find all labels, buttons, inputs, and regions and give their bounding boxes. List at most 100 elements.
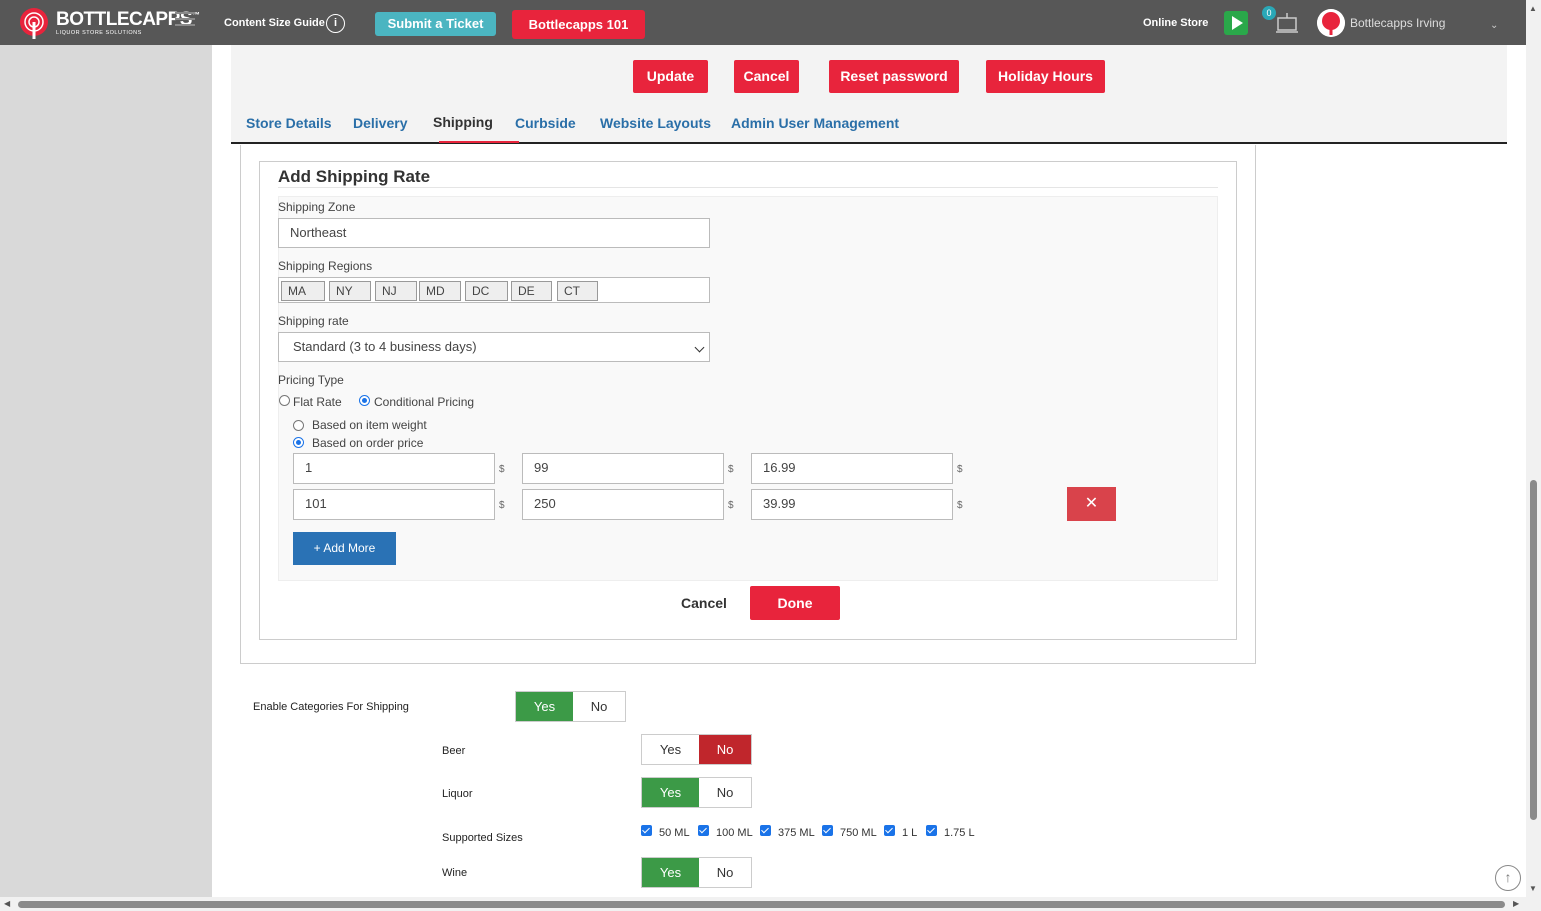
based-on-weight-label[interactable]: Based on item weight	[312, 418, 427, 432]
horizontal-scrollbar[interactable]: ◀ ▶	[0, 897, 1541, 911]
currency-symbol: $	[957, 464, 963, 475]
chevron-down-icon[interactable]: ⌄	[1490, 20, 1498, 31]
shipping-rate-form	[278, 196, 1218, 581]
info-icon[interactable]: i	[326, 14, 345, 33]
scroll-right-icon[interactable]: ▶	[1513, 899, 1519, 908]
done-button[interactable]: Done	[750, 586, 840, 620]
vertical-scrollbar[interactable]: ▲ ▼	[1526, 0, 1541, 897]
submit-ticket-button[interactable]: Submit a Ticket	[375, 12, 496, 36]
price-to-input[interactable]: 99	[522, 453, 724, 484]
enable-categories-label: Enable Categories For Shipping	[253, 701, 409, 713]
add-more-button[interactable]: + Add More	[293, 532, 396, 565]
region-chip[interactable]: CT	[557, 281, 598, 301]
scroll-left-icon[interactable]: ◀	[4, 899, 10, 908]
beer-label: Beer	[442, 745, 466, 757]
size-checkbox[interactable]	[884, 825, 895, 836]
size-label: 750 ML	[840, 827, 877, 839]
shipping-price-input[interactable]: 39.99	[751, 489, 953, 520]
region-chip[interactable]: MD	[419, 281, 461, 301]
toggle-no[interactable]: No	[699, 735, 751, 764]
bottlecapps-101-button[interactable]: Bottlecapps 101	[512, 10, 645, 39]
online-store-label: Online Store	[1143, 17, 1209, 29]
content-size-guide-link[interactable]: Content Size Guide	[224, 17, 325, 29]
shipping-rate-selected: Standard (3 to 4 business days)	[293, 339, 477, 354]
cancel-button[interactable]: Cancel	[734, 60, 799, 93]
toggle-no[interactable]: No	[699, 858, 751, 887]
logo-text: BOTTLECAPPS	[56, 9, 192, 30]
top-bar: BOTTLECAPPS™ LIQUOR STORE SOLUTIONS Cont…	[0, 0, 1526, 45]
toggle-no[interactable]: No	[699, 778, 751, 807]
region-chip[interactable]: NJ	[375, 281, 417, 301]
tab-curbside[interactable]: Curbside	[515, 115, 576, 131]
enable-categories-toggle[interactable]: Yes No	[515, 691, 626, 722]
size-label: 50 ML	[659, 827, 690, 839]
region-chip[interactable]: NY	[329, 281, 371, 301]
shipping-rate-select[interactable]: Standard (3 to 4 business days)	[278, 332, 710, 362]
toggle-yes[interactable]: Yes	[516, 692, 573, 721]
price-from-input[interactable]: 101	[293, 489, 495, 520]
close-icon: ✕	[1084, 495, 1099, 512]
tab-store-details[interactable]: Store Details	[246, 115, 332, 131]
panel-title: Add Shipping Rate	[278, 167, 431, 186]
currency-symbol: $	[499, 464, 505, 475]
main-content: Update Cancel Reset password Holiday Hou…	[212, 45, 1526, 897]
liquor-toggle[interactable]: Yes No	[641, 777, 752, 808]
region-chip[interactable]: DC	[465, 281, 508, 301]
conditional-pricing-label[interactable]: Conditional Pricing	[374, 395, 474, 409]
size-checkbox[interactable]	[698, 825, 709, 836]
remove-row-button[interactable]: ✕	[1067, 487, 1116, 521]
toggle-yes[interactable]: Yes	[642, 858, 699, 887]
supported-sizes-label: Supported Sizes	[442, 832, 523, 844]
size-checkbox[interactable]	[760, 825, 771, 836]
currency-symbol: $	[728, 500, 734, 511]
divider	[278, 187, 1218, 188]
hamburger-menu-icon[interactable]	[175, 12, 195, 28]
toggle-yes[interactable]: Yes	[642, 778, 699, 807]
chevron-down-icon	[694, 342, 705, 353]
cancel-rate-button[interactable]: Cancel	[681, 595, 727, 611]
tab-delivery[interactable]: Delivery	[353, 115, 407, 131]
flat-rate-radio[interactable]	[279, 395, 290, 406]
toggle-yes[interactable]: Yes	[642, 735, 699, 764]
holiday-hours-button[interactable]: Holiday Hours	[986, 60, 1105, 93]
region-chip[interactable]: DE	[511, 281, 552, 301]
price-to-input[interactable]: 250	[522, 489, 724, 520]
tab-website-layouts[interactable]: Website Layouts	[600, 115, 711, 131]
conditional-pricing-radio[interactable]	[359, 395, 370, 406]
user-avatar-icon[interactable]	[1317, 9, 1345, 37]
flat-rate-label[interactable]: Flat Rate	[293, 395, 342, 409]
based-on-price-radio[interactable]	[293, 437, 304, 448]
size-checkbox[interactable]	[926, 825, 937, 836]
tab-admin-user-management[interactable]: Admin User Management	[731, 115, 899, 131]
scroll-to-top-icon[interactable]: ↑	[1495, 865, 1521, 891]
reset-password-button[interactable]: Reset password	[829, 60, 959, 93]
bottlecapps-logo[interactable]: BOTTLECAPPS™ LIQUOR STORE SOLUTIONS	[18, 5, 200, 41]
size-label: 100 ML	[716, 827, 753, 839]
region-chip[interactable]: MA	[281, 281, 325, 301]
size-checkbox[interactable]	[822, 825, 833, 836]
scroll-down-icon[interactable]: ▼	[1529, 884, 1537, 893]
notification-bell-icon[interactable]	[1273, 10, 1301, 36]
wine-toggle[interactable]: Yes No	[641, 857, 752, 888]
based-on-price-label[interactable]: Based on order price	[312, 436, 423, 450]
update-button[interactable]: Update	[633, 60, 708, 93]
shipping-regions-label: Shipping Regions	[278, 259, 373, 273]
currency-symbol: $	[728, 464, 734, 475]
beer-toggle[interactable]: Yes No	[641, 734, 752, 765]
liquor-label: Liquor	[442, 788, 473, 800]
play-store-icon[interactable]	[1224, 11, 1248, 35]
scroll-up-icon[interactable]: ▲	[1529, 4, 1537, 13]
user-name[interactable]: Bottlecapps Irving	[1350, 16, 1445, 30]
price-from-input[interactable]: 1	[293, 453, 495, 484]
toggle-no[interactable]: No	[573, 692, 625, 721]
shipping-zone-input[interactable]: Northeast	[278, 218, 710, 248]
shipping-price-input[interactable]: 16.99	[751, 453, 953, 484]
vertical-scroll-thumb[interactable]	[1530, 480, 1537, 820]
horizontal-scroll-thumb[interactable]	[18, 901, 1505, 908]
currency-symbol: $	[499, 500, 505, 511]
tab-shipping[interactable]: Shipping	[433, 114, 493, 130]
size-checkbox[interactable]	[641, 825, 652, 836]
based-on-weight-radio[interactable]	[293, 420, 304, 431]
active-tab-indicator	[439, 141, 519, 143]
currency-symbol: $	[957, 500, 963, 511]
